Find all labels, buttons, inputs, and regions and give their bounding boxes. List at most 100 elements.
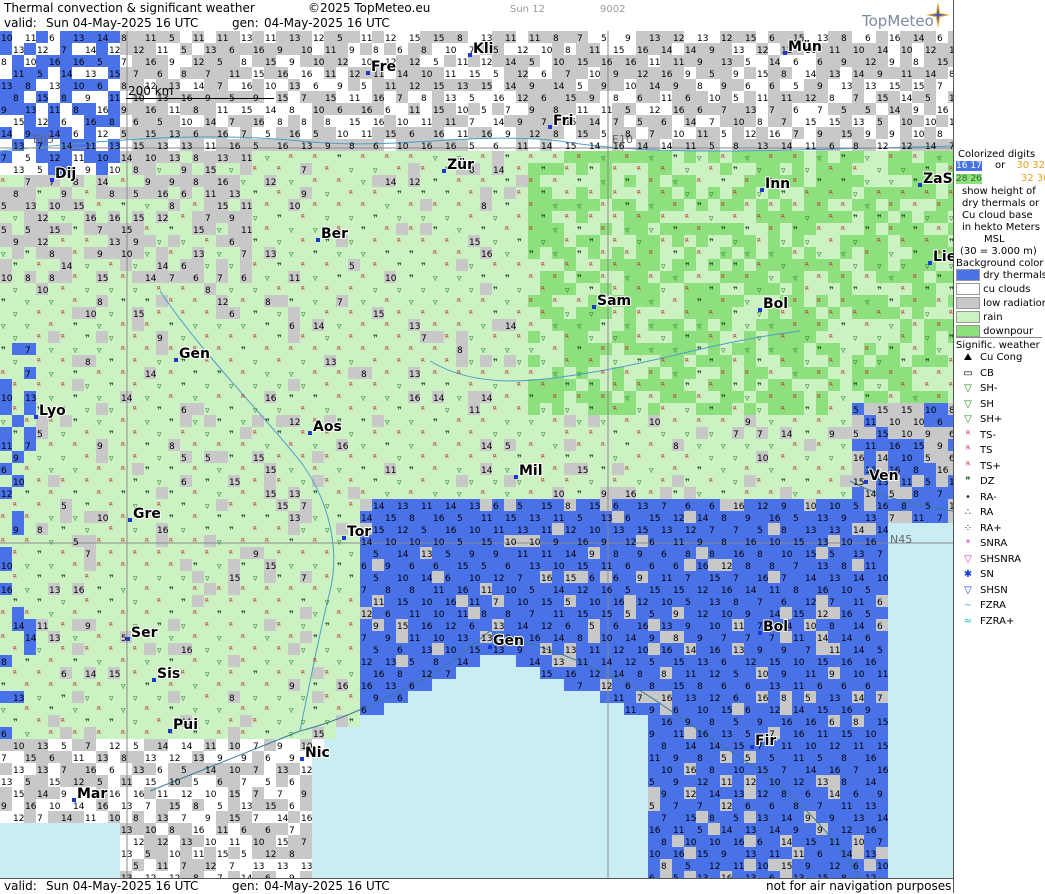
map-cell — [588, 151, 600, 163]
topmeteo-logo: TopMeteo — [862, 12, 934, 30]
map-cell — [384, 235, 396, 247]
map-cell — [0, 499, 12, 511]
map-cell — [624, 691, 636, 703]
map-cell — [216, 643, 228, 655]
map-cell — [936, 427, 948, 439]
map-cell — [672, 499, 684, 511]
map-cell — [600, 67, 612, 79]
map-cell — [348, 559, 360, 571]
map-cell — [756, 679, 768, 691]
map-cell — [72, 595, 84, 607]
map-cell — [144, 187, 156, 199]
map-cell — [264, 619, 276, 631]
map-cell — [564, 199, 576, 211]
map-cell — [576, 379, 588, 391]
map-cell — [336, 115, 348, 127]
map-cell — [384, 403, 396, 415]
map-cell — [696, 43, 708, 55]
map-cell — [900, 199, 912, 211]
map-cell — [684, 559, 696, 571]
map-cell — [504, 523, 516, 535]
map-cell — [0, 739, 12, 751]
map-cell — [468, 103, 480, 115]
map-cell — [288, 595, 300, 607]
map-cell — [576, 235, 588, 247]
map-cell — [300, 127, 312, 139]
map-cell — [888, 451, 900, 463]
map-cell — [708, 295, 720, 307]
map-cell — [252, 727, 264, 739]
map-cell — [468, 439, 480, 451]
map-cell — [108, 391, 120, 403]
map-cell — [900, 415, 912, 427]
map-cell — [48, 187, 60, 199]
map-cell — [864, 187, 876, 199]
map-cell — [732, 751, 744, 763]
map-cell — [444, 463, 456, 475]
map-cell — [864, 115, 876, 127]
map-cell — [660, 463, 672, 475]
map-cell — [384, 331, 396, 343]
map-cell — [864, 787, 876, 799]
map-cell — [348, 367, 360, 379]
map-cell — [564, 631, 576, 643]
map-cell — [408, 235, 420, 247]
map-cell — [816, 451, 828, 463]
map-cell — [756, 103, 768, 115]
map-cell — [0, 427, 12, 439]
map-cell — [888, 163, 900, 175]
map-cell — [648, 787, 660, 799]
map-cell — [276, 775, 288, 787]
map-cell — [768, 91, 780, 103]
map-cell — [504, 115, 516, 127]
map-cell — [372, 487, 384, 499]
map-cell — [108, 199, 120, 211]
map-cell — [48, 811, 60, 823]
map-cell — [852, 79, 864, 91]
map-cell — [324, 511, 336, 523]
map-cell — [708, 55, 720, 67]
map-cell — [636, 583, 648, 595]
compass-logo-icon — [926, 2, 950, 31]
map-cell — [720, 139, 732, 151]
map-cell — [264, 451, 276, 463]
gen-label: gen: — [232, 16, 259, 30]
map-cell — [564, 31, 576, 43]
map-cell — [648, 523, 660, 535]
map-cell — [12, 535, 24, 547]
map-cell — [288, 283, 300, 295]
map-cell — [384, 211, 396, 223]
map-cell — [744, 259, 756, 271]
map-cell — [564, 487, 576, 499]
map-cell — [720, 475, 732, 487]
map-cell — [252, 151, 264, 163]
map-cell — [312, 307, 324, 319]
map-cell — [360, 235, 372, 247]
map-cell — [228, 367, 240, 379]
map-cell — [576, 667, 588, 679]
map-cell — [552, 667, 564, 679]
map-cell — [276, 847, 288, 859]
map-cell — [228, 535, 240, 547]
map-cell — [804, 607, 816, 619]
map-cell — [480, 187, 492, 199]
map-cell — [84, 55, 96, 67]
map-cell — [828, 319, 840, 331]
weather-map[interactable]: E05 E10 N45 10 11 6 13 14 8 11 5 11 11 13 11 13 12 5 11… — [0, 31, 953, 878]
map-cell — [852, 31, 864, 43]
map-cell — [108, 343, 120, 355]
map-cell — [552, 403, 564, 415]
map-cell — [792, 379, 804, 391]
map-cell — [924, 151, 936, 163]
map-cell — [816, 67, 828, 79]
map-cell — [264, 595, 276, 607]
map-cell — [564, 79, 576, 91]
map-cell — [60, 295, 72, 307]
map-cell — [12, 295, 24, 307]
map-cell — [324, 655, 336, 667]
map-cell — [780, 223, 792, 235]
map-cell — [756, 799, 768, 811]
map-cell — [828, 511, 840, 523]
map-cell — [876, 703, 888, 715]
map-cell — [732, 631, 744, 643]
